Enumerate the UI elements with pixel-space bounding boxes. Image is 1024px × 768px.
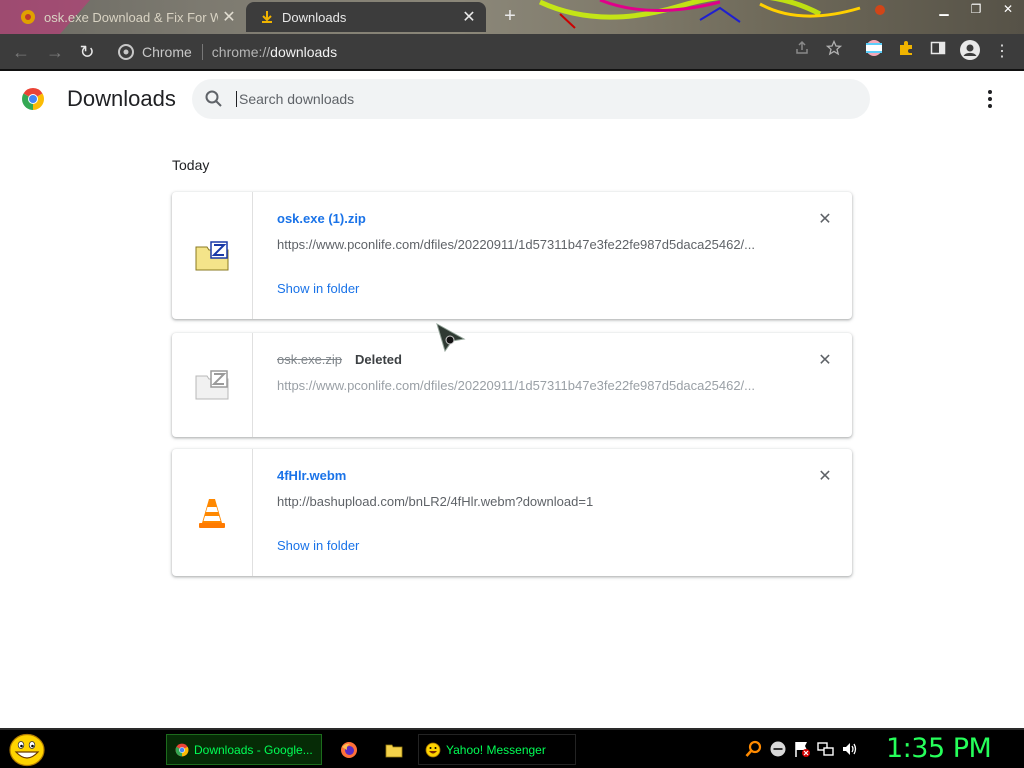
reload-icon[interactable]: ↻ (74, 39, 100, 65)
zip-file-icon (195, 370, 229, 400)
page-title: Downloads (67, 86, 176, 111)
download-item: osk.exe (1).zip https://www.pconlife.com… (172, 192, 852, 319)
file-icon-column (172, 449, 253, 576)
share-icon[interactable] (789, 39, 815, 65)
back-icon[interactable]: ← (8, 39, 34, 65)
section-header-today: Today (172, 157, 210, 173)
chrome-icon (118, 44, 134, 60)
browser-toolbar: ← → ↻ Chrome chrome://downloads ⋮ (0, 34, 1024, 71)
action-center-flag-icon[interactable] (793, 740, 811, 758)
system-clock[interactable]: 1:35 PM (886, 733, 992, 764)
remove-from-list-icon[interactable]: ✕ (815, 351, 835, 371)
restore-icon[interactable]: ❐ (960, 0, 992, 18)
download-file-name[interactable]: 4fHlr.webm (277, 468, 346, 483)
download-file-name[interactable]: osk.exe (1).zip (277, 211, 366, 226)
download-item: 4fHlr.webm http://bashupload.com/bnLR2/4… (172, 449, 852, 576)
yahoo-smiley-icon (425, 742, 441, 757)
remove-from-list-icon[interactable]: ✕ (815, 210, 835, 230)
forward-icon[interactable]: → (42, 39, 68, 65)
favicon-icon (21, 10, 35, 24)
network-icon[interactable] (817, 740, 835, 758)
download-icon (262, 11, 272, 23)
close-window-icon[interactable]: ✕ (992, 0, 1024, 18)
download-source-url[interactable]: https://www.pconlife.com/dfiles/20220911… (277, 237, 755, 252)
account-avatar-icon[interactable] (957, 39, 983, 65)
firefox-icon (341, 741, 357, 758)
vlc-cone-icon (199, 498, 225, 528)
taskbar: Downloads - Google... Yahoo! Messenger 1… (0, 728, 1024, 768)
bookmark-star-icon[interactable] (821, 39, 847, 65)
search-icon (205, 90, 222, 107)
new-tab-button[interactable]: + (498, 4, 522, 28)
file-icon-column (172, 192, 253, 319)
tab-osk-download[interactable]: osk.exe Download & Fix For Windows ✕ (8, 2, 246, 32)
address-bar[interactable]: Chrome chrome://downloads (108, 39, 908, 65)
taskbar-item-yahoo-messenger[interactable]: Yahoo! Messenger (418, 734, 576, 765)
window-controls: ▁ ❐ ✕ (928, 0, 1024, 18)
tab-close-icon[interactable]: ✕ (218, 7, 240, 27)
omnibox-divider (201, 44, 203, 60)
taskbar-item-firefox[interactable] (334, 734, 364, 765)
taskbar-item-label: Downloads - Google... (194, 742, 313, 757)
show-in-folder-link[interactable]: Show in folder (277, 538, 359, 553)
tab-downloads[interactable]: Downloads ✕ (246, 2, 486, 32)
messenger-tray-icon[interactable] (769, 740, 787, 758)
tab-title: Downloads (282, 9, 347, 25)
mouse-cursor-icon (436, 323, 466, 353)
url-prefix: chrome:// (211, 44, 271, 60)
zip-file-icon (195, 240, 229, 270)
search-bar[interactable] (192, 79, 870, 119)
chrome-logo-icon (22, 88, 44, 110)
tab-title: osk.exe Download & Fix For Windows (44, 9, 218, 25)
side-panel-icon[interactable] (925, 39, 951, 65)
site-chip[interactable]: Chrome (118, 44, 192, 60)
url-host: downloads (270, 44, 338, 60)
taskbar-item-label: Yahoo! Messenger (446, 742, 546, 757)
site-chip-label: Chrome (142, 44, 192, 60)
download-item: osk.exe.zip Deleted https://www.pconlife… (172, 333, 852, 437)
remove-from-list-icon[interactable]: ✕ (815, 467, 835, 487)
start-smiley-icon[interactable] (8, 733, 46, 767)
minimize-icon[interactable]: ▁ (928, 0, 960, 18)
download-file-name: osk.exe.zip (277, 352, 343, 367)
search-tray-icon[interactable] (745, 740, 763, 758)
browser-menu-icon[interactable]: ⋮ (989, 39, 1015, 65)
taskbar-item-folder[interactable] (380, 734, 408, 765)
profile-flag-icon[interactable] (861, 39, 887, 65)
tab-close-icon[interactable]: ✕ (458, 7, 480, 27)
folder-icon (385, 744, 403, 757)
taskbar-item-chrome[interactable]: Downloads - Google... (166, 734, 322, 765)
search-input[interactable] (236, 91, 836, 107)
title-bar: osk.exe Download & Fix For Windows ✕ Dow… (0, 0, 1024, 34)
extensions-puzzle-icon[interactable] (893, 39, 919, 65)
more-actions-icon[interactable] (978, 87, 1002, 111)
download-status: Deleted (355, 352, 402, 367)
volume-icon[interactable] (841, 740, 859, 758)
chrome-icon (175, 743, 189, 756)
file-icon-column (172, 333, 253, 437)
url-text: chrome://downloads (212, 44, 337, 60)
download-source-url[interactable]: http://bashupload.com/bnLR2/4fHlr.webm?d… (277, 494, 593, 509)
show-in-folder-link[interactable]: Show in folder (277, 281, 359, 296)
download-source-url[interactable]: https://www.pconlife.com/dfiles/20220911… (277, 378, 755, 393)
downloads-page: Downloads Today osk.exe (1).zip https://… (0, 71, 1024, 728)
page-header: Downloads (0, 71, 1024, 127)
